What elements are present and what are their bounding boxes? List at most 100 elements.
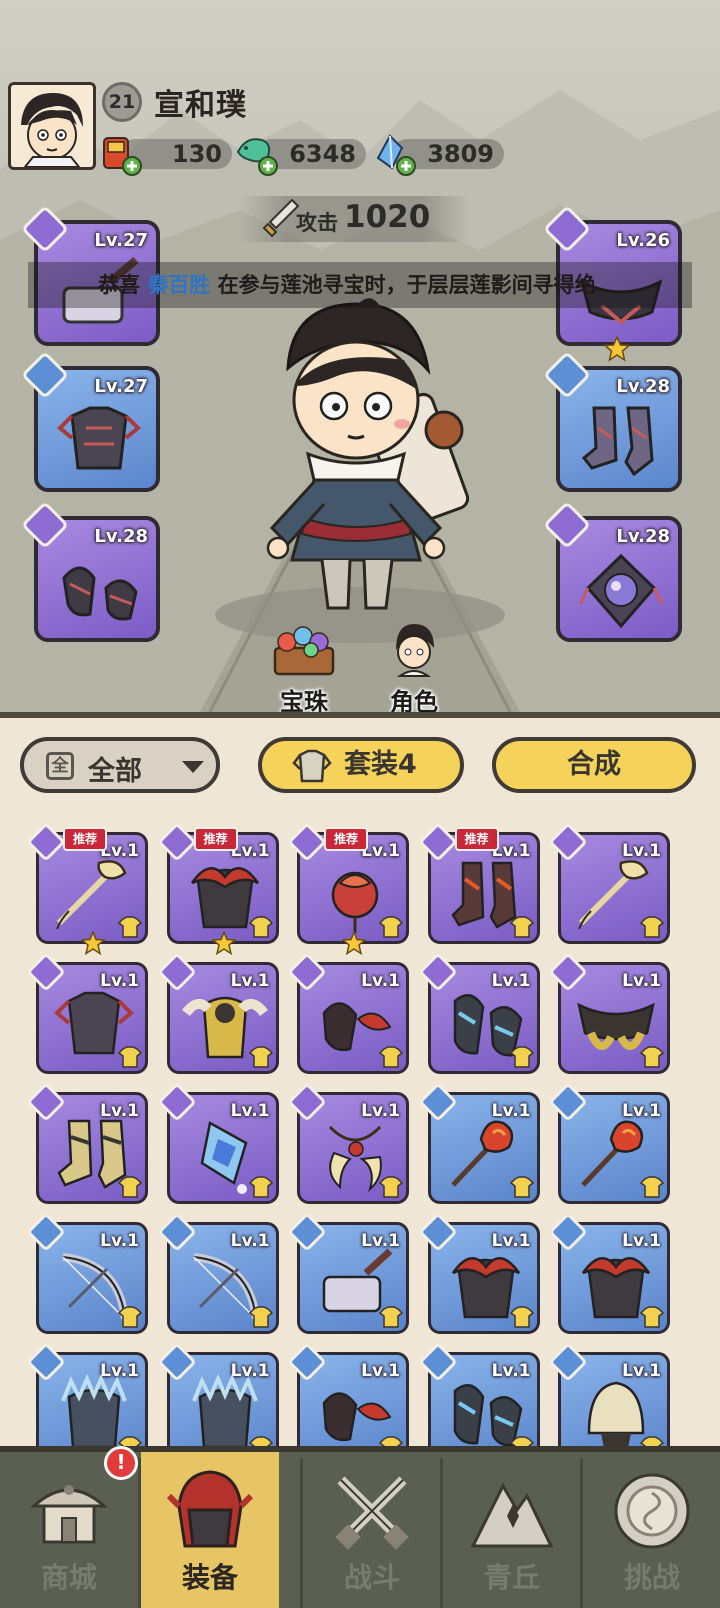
bottom-nav: ! 商城 装备 战斗 青丘 挑战 bbox=[0, 1446, 720, 1608]
equip-shirt-icon bbox=[639, 1046, 665, 1068]
equip-shirt-icon bbox=[378, 1046, 404, 1068]
amulet-icon bbox=[578, 553, 664, 629]
nav-tab-shop[interactable]: ! 商城 bbox=[0, 1446, 138, 1608]
equip-shirt-icon bbox=[248, 1436, 273, 1446]
nav-label: 战斗 bbox=[343, 1561, 400, 1594]
player-name: 宣和璞 bbox=[154, 88, 247, 123]
equip-slot-amulet[interactable]: Lv.28 bbox=[542, 500, 682, 642]
inventory-item[interactable]: Lv.1 bbox=[548, 822, 670, 944]
alert-badge: ! bbox=[104, 1446, 138, 1480]
equip-shirt-icon bbox=[248, 1046, 273, 1068]
recommended-badge: 推荐 bbox=[324, 827, 368, 851]
attack-value: 1020 bbox=[344, 199, 431, 235]
inventory-item[interactable]: Lv.1 bbox=[26, 1342, 148, 1446]
equip-shirt-icon bbox=[509, 1436, 534, 1446]
nav-tab-equipment[interactable]: 装备 bbox=[141, 1452, 279, 1608]
craft-button[interactable]: 合成 bbox=[492, 737, 696, 793]
inventory-item[interactable]: Lv.1 bbox=[548, 1212, 670, 1334]
broadcast-message: 在参与莲池寻宝时，于层层莲影间寻得绝 bbox=[217, 273, 596, 297]
equip-shirt-icon bbox=[378, 916, 404, 938]
inventory-item[interactable]: Lv.1 推荐 bbox=[287, 822, 409, 955]
attack-label: 攻击 bbox=[296, 211, 338, 235]
hero-character bbox=[266, 298, 470, 610]
bracer-icon bbox=[62, 566, 138, 621]
inventory-item[interactable]: Lv.1 bbox=[417, 952, 540, 1074]
filter-dropdown[interactable]: 全 全部 bbox=[20, 737, 220, 793]
player-level-badge: 21 bbox=[102, 82, 142, 122]
nav-tab-challenge[interactable]: 挑战 bbox=[583, 1452, 720, 1608]
equip-shirt-icon bbox=[509, 1046, 534, 1068]
inventory-item[interactable]: Lv.1 bbox=[26, 1082, 148, 1204]
inventory-item[interactable]: Lv.1 推荐 bbox=[156, 822, 279, 955]
equip-shirt-icon bbox=[639, 1436, 665, 1446]
red-helmet-icon bbox=[166, 1470, 254, 1548]
inventory-item[interactable]: Lv.1 bbox=[417, 1212, 540, 1334]
inventory-item[interactable]: Lv.1 bbox=[417, 1342, 540, 1446]
inventory-item[interactable]: Lv.1 bbox=[287, 1212, 409, 1334]
jade-dragon-icon[interactable] bbox=[232, 130, 280, 178]
inventory-item[interactable]: Lv.1 bbox=[548, 952, 670, 1074]
inventory-item[interactable]: Lv.1 bbox=[26, 1212, 148, 1334]
inventory-item[interactable]: Lv.1 推荐 bbox=[26, 822, 148, 955]
inventory-item[interactable]: Lv.1 bbox=[156, 1082, 279, 1204]
mountain-icon bbox=[470, 1482, 554, 1548]
equip-shirt-icon bbox=[117, 1306, 143, 1328]
inventory-item[interactable]: Lv.1 bbox=[156, 1342, 279, 1446]
equip-shirt-icon bbox=[378, 1436, 404, 1446]
inventory-item[interactable]: Lv.1 bbox=[417, 1082, 540, 1204]
inventory-item[interactable]: Lv.1 bbox=[287, 952, 409, 1074]
equip-shirt-icon bbox=[117, 1046, 143, 1068]
set-button[interactable]: 套装4 bbox=[258, 737, 464, 793]
equip-slot-boots[interactable]: Lv.28 bbox=[542, 350, 682, 492]
nav-tab-qingqiu[interactable]: 青丘 bbox=[443, 1452, 579, 1608]
inventory-item[interactable]: Lv.1 bbox=[548, 1082, 670, 1204]
character-shortcut[interactable]: 角色 bbox=[364, 620, 464, 717]
equip-level: Lv.28 bbox=[94, 526, 148, 547]
inventory-item[interactable]: Lv.1 bbox=[156, 952, 279, 1074]
recommended-badge: 推荐 bbox=[454, 827, 499, 851]
treasure-chest-icon bbox=[273, 626, 335, 676]
filter-all-icon: 全 bbox=[46, 752, 74, 780]
star-icon bbox=[342, 931, 366, 955]
equip-slot-bracer[interactable]: Lv.28 bbox=[20, 500, 160, 642]
inventory-item[interactable]: Lv.1 bbox=[287, 1082, 409, 1204]
inventory-item[interactable]: Lv.1 bbox=[548, 1342, 670, 1446]
gems-shortcut[interactable]: 宝珠 bbox=[254, 622, 354, 717]
filter-label: 全部 bbox=[88, 756, 142, 787]
set-label: 套装4 bbox=[344, 749, 417, 780]
equip-level: Lv.26 bbox=[616, 230, 670, 251]
inventory-item[interactable]: Lv.1 bbox=[26, 952, 148, 1074]
equip-shirt-icon bbox=[378, 1306, 404, 1328]
inventory-item[interactable]: Lv.1 bbox=[287, 1342, 409, 1446]
blue-crystal-icon[interactable] bbox=[370, 130, 418, 178]
inventory-item[interactable]: Lv.1 bbox=[156, 1212, 279, 1334]
boots-icon bbox=[581, 406, 654, 477]
equip-shirt-icon bbox=[639, 916, 665, 938]
character-portrait-icon bbox=[396, 624, 434, 677]
broadcast-prefix: 恭喜 bbox=[98, 273, 140, 297]
equip-level: Lv.27 bbox=[94, 230, 148, 251]
armor-set-icon bbox=[292, 749, 332, 783]
pagoda-shop-icon bbox=[30, 1485, 108, 1544]
equip-shirt-icon bbox=[509, 1306, 534, 1328]
equip-level: Lv.27 bbox=[94, 376, 148, 397]
inventory-item[interactable]: Lv.1 推荐 bbox=[417, 822, 540, 944]
chevron-down-icon bbox=[182, 761, 204, 773]
equip-shirt-icon bbox=[378, 1176, 404, 1198]
nav-label: 商城 bbox=[40, 1561, 97, 1594]
equip-shirt-icon bbox=[509, 1176, 534, 1198]
broadcast-player-name[interactable]: 秦百胜 bbox=[147, 273, 210, 297]
equip-shirt-icon bbox=[248, 1176, 273, 1198]
player-avatar[interactable] bbox=[8, 82, 96, 170]
star-icon bbox=[211, 931, 236, 955]
star-icon bbox=[81, 931, 105, 955]
red-scroll-bag-icon[interactable] bbox=[96, 130, 144, 178]
nav-tab-battle[interactable]: 战斗 bbox=[303, 1452, 439, 1608]
drum-icon bbox=[614, 1473, 690, 1549]
inventory-grid: Lv.1 推荐 Lv.1 推荐 Lv.1 推荐 Lv.1 推荐 Lv.1 Lv.1 Lv.1 Lv.1… bbox=[0, 812, 720, 1446]
nav-label: 青丘 bbox=[483, 1561, 540, 1594]
broadcast-banner: 恭喜 秦百胜 在参与莲池寻宝时，于层层莲影间寻得绝 bbox=[28, 262, 692, 308]
equip-shirt-icon bbox=[117, 1176, 143, 1198]
equip-level: Lv.28 bbox=[616, 376, 670, 397]
equip-slot-armor[interactable]: Lv.27 bbox=[20, 350, 160, 492]
